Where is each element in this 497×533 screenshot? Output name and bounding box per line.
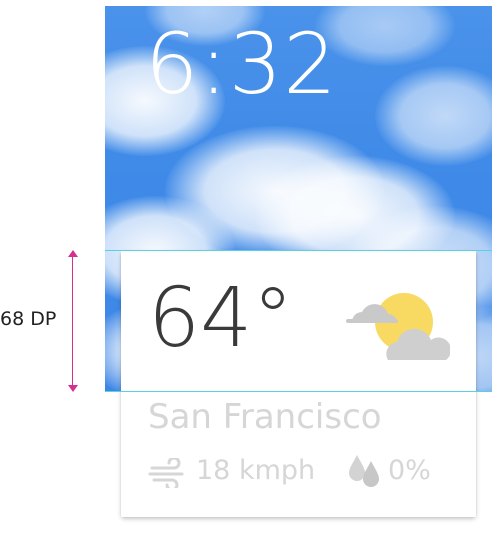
guide-line-top: [105, 250, 492, 251]
height-measure-line: [72, 251, 73, 390]
wind-speed: 18 kmph: [196, 455, 316, 486]
arrow-down-icon: [68, 385, 78, 392]
design-spec-canvas: 6:32 64° 68 DP San Francisco 18 kmph 0%: [0, 0, 497, 533]
city-name: San Francisco: [148, 397, 382, 437]
clock-time: 6:32: [145, 15, 338, 113]
raindrops-icon: [349, 455, 379, 487]
wind-icon: [148, 458, 184, 488]
height-label: 68 DP: [0, 308, 57, 330]
partly-cloudy-icon: [346, 293, 450, 360]
temperature-value: 64°: [148, 271, 294, 366]
precipitation-chance: 0%: [388, 455, 431, 486]
arrow-up-icon: [68, 250, 78, 257]
